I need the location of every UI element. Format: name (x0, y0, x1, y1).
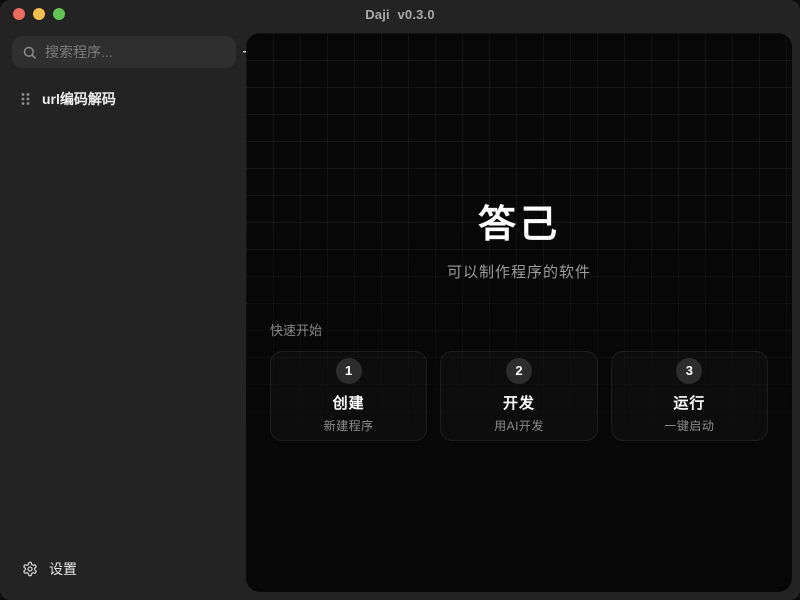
search-icon (22, 45, 37, 60)
grip-handle-icon[interactable] (20, 92, 31, 106)
step-badge: 3 (676, 358, 702, 384)
step-badge: 1 (336, 358, 362, 384)
main-panel: 答己 可以制作程序的软件 快速开始 1 创建 新建程序 2 开发 用AI开发 (246, 33, 792, 592)
minimize-button[interactable] (33, 8, 45, 20)
quick-start-label: 快速开始 (270, 320, 768, 339)
app-subtitle: 可以制作程序的软件 (246, 261, 792, 282)
traffic-lights (13, 8, 65, 20)
card-title: 开发 (503, 392, 535, 413)
sidebar: + url编码解码 (0, 28, 246, 600)
card-subtitle: 用AI开发 (494, 417, 544, 434)
quick-start-card-develop[interactable]: 2 开发 用AI开发 (440, 351, 597, 441)
grid-background (246, 33, 792, 592)
app-window: Daji v0.3.0 + (0, 0, 800, 600)
window-title: Daji v0.3.0 (365, 7, 435, 22)
card-subtitle: 新建程序 (324, 417, 374, 434)
sidebar-item-label: url编码解码 (42, 89, 116, 109)
hero-section: 答己 可以制作程序的软件 (246, 205, 792, 282)
quick-start-section: 快速开始 1 创建 新建程序 2 开发 用AI开发 3 运行 (246, 320, 792, 441)
quick-start-card-run[interactable]: 3 运行 一键启动 (611, 351, 768, 441)
settings-button[interactable]: 设置 (12, 554, 234, 584)
maximize-button[interactable] (53, 8, 65, 20)
settings-label: 设置 (49, 559, 77, 579)
close-button[interactable] (13, 8, 25, 20)
sidebar-spacer (12, 114, 234, 554)
card-title: 创建 (333, 392, 365, 413)
card-title: 运行 (673, 392, 705, 413)
sidebar-item-url-codec[interactable]: url编码解码 (12, 84, 234, 114)
program-list: url编码解码 (12, 84, 234, 114)
app-title: 答己 (246, 205, 792, 247)
search-input[interactable] (45, 44, 226, 60)
card-subtitle: 一键启动 (664, 417, 714, 434)
quick-start-cards: 1 创建 新建程序 2 开发 用AI开发 3 运行 一键启动 (270, 351, 768, 441)
gear-icon (22, 561, 38, 577)
titlebar: Daji v0.3.0 (0, 0, 800, 28)
search-box[interactable] (12, 36, 236, 68)
window-body: + url编码解码 (0, 28, 800, 600)
quick-start-card-create[interactable]: 1 创建 新建程序 (270, 351, 427, 441)
sidebar-search-row: + (12, 36, 234, 68)
step-badge: 2 (506, 358, 532, 384)
